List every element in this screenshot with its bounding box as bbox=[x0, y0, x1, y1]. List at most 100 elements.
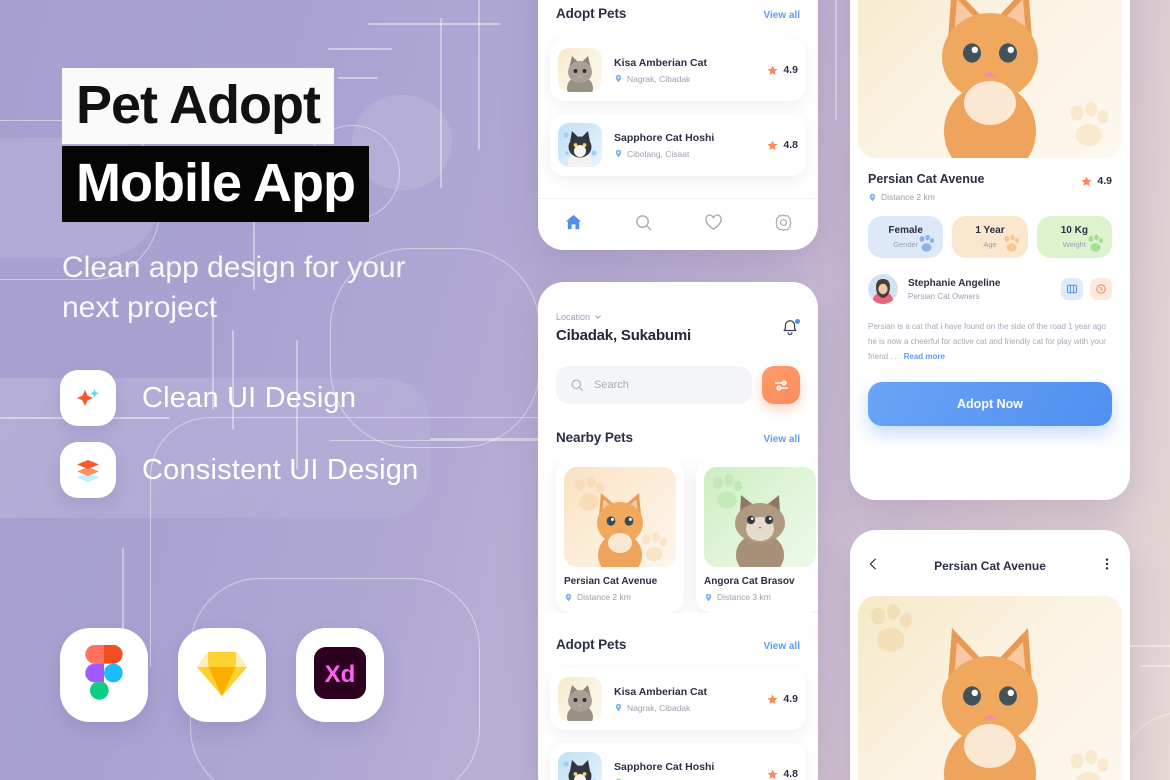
search-row: Search bbox=[538, 366, 818, 404]
message-button[interactable] bbox=[1061, 278, 1083, 300]
pet-rating: 4.8 bbox=[767, 768, 798, 780]
pet-hero-image bbox=[858, 596, 1122, 780]
owner-row: Stephanie Angeline Persian Cat Owners bbox=[850, 274, 1130, 304]
adopt-now-button[interactable]: Adopt Now bbox=[868, 382, 1112, 427]
owner-name: Stephanie Angeline bbox=[908, 277, 1001, 289]
cat-photo bbox=[597, 493, 643, 567]
location-pin-icon bbox=[615, 703, 622, 712]
deco-vline-8 bbox=[835, 0, 837, 120]
home-icon bbox=[565, 214, 581, 229]
figma-icon bbox=[84, 644, 124, 706]
search-placeholder: Search bbox=[594, 379, 629, 391]
poster-canvas: Pet Adopt Mobile App Clean app design fo… bbox=[0, 0, 1170, 780]
view-all-link[interactable]: View all bbox=[763, 434, 800, 445]
tab-search[interactable] bbox=[634, 213, 653, 237]
read-more-link[interactable]: Read more bbox=[904, 352, 945, 361]
tab-favorites[interactable] bbox=[704, 213, 723, 237]
page-title: Persian Cat Avenue bbox=[934, 559, 1046, 573]
pet-meta: Sapphore Cat Hoshi Cibolang, Cisaat bbox=[614, 132, 767, 159]
attribute-chip-gender: Female Gender bbox=[868, 216, 944, 258]
pet-rating: 4.9 bbox=[767, 64, 798, 76]
nearby-pet-distance: Distance 2 km bbox=[564, 592, 676, 602]
view-all-link[interactable]: View all bbox=[763, 10, 800, 21]
notification-bell-button[interactable] bbox=[780, 318, 800, 343]
photo-container bbox=[850, 588, 1130, 780]
hero-block: Pet Adopt Mobile App Clean app design fo… bbox=[62, 68, 442, 328]
back-button[interactable] bbox=[866, 557, 880, 576]
location-label: Location bbox=[556, 312, 591, 322]
location-pin-icon bbox=[565, 593, 572, 601]
pet-location: Cibolang, Cisaat bbox=[614, 149, 767, 159]
deco-line-1 bbox=[368, 23, 500, 25]
call-icon bbox=[1096, 284, 1106, 294]
star-icon bbox=[767, 140, 778, 150]
section-header-adopt-pets: Adopt Pets View all bbox=[538, 6, 818, 21]
home-header: Location Cibadak, Sukabumi bbox=[538, 282, 818, 344]
tool-item-adobe-xd: Xd bbox=[296, 628, 384, 722]
pet-meta: Kisa Amberian Cat Nagrak, Cibadak bbox=[614, 686, 767, 713]
deco-line-7 bbox=[1140, 665, 1170, 667]
nearby-pet-card[interactable]: Persian Cat Avenue Distance 2 km bbox=[556, 459, 684, 613]
view-all-link[interactable]: View all bbox=[763, 641, 800, 652]
screen-adopt-pets-list: Adopt Pets View all Kisa Amberian Cat Na… bbox=[538, 0, 818, 250]
pet-distance-label: Distance 2 km bbox=[881, 192, 935, 202]
list-item[interactable]: Sapphore Cat Hoshi Cibolang, Cisaat 4.8 bbox=[550, 743, 806, 780]
pet-list: Kisa Amberian Cat Nagrak, Cibadak 4.9 Sa… bbox=[538, 39, 818, 176]
pet-location-label: Nagrak, Cibadak bbox=[627, 73, 691, 84]
pet-location-label: Cibolang, Cisaat bbox=[627, 148, 690, 159]
paw-print-icon bbox=[919, 234, 935, 252]
svg-text:Xd: Xd bbox=[325, 661, 356, 688]
location-value: Cibadak, Sukabumi bbox=[556, 327, 691, 344]
pet-thumbnail bbox=[558, 677, 602, 721]
layers-icon bbox=[60, 442, 116, 498]
star-icon bbox=[767, 694, 778, 704]
pet-name: Sapphore Cat Hoshi bbox=[614, 760, 715, 773]
screen-pet-detail: Persian Cat Avenue Distance 2 km 4.9 Fem… bbox=[850, 0, 1130, 500]
more-menu-button[interactable] bbox=[1100, 557, 1114, 576]
detail-title-block: Persian Cat Avenue Distance 2 km bbox=[868, 172, 984, 202]
location-pin-icon bbox=[869, 193, 876, 201]
chevron-down-icon bbox=[595, 315, 601, 319]
tab-settings[interactable] bbox=[774, 213, 793, 237]
adopt-now-container: Adopt Now bbox=[850, 382, 1130, 427]
pet-name: Persian Cat Avenue bbox=[868, 172, 985, 186]
attribute-chip-age: 1 Year Age bbox=[952, 216, 1028, 258]
location-selector[interactable]: Location Cibadak, Sukabumi bbox=[556, 312, 691, 344]
screen-pet-photo: Persian Cat Avenue bbox=[850, 530, 1130, 780]
pet-meta: Kisa Amberian Cat Nagrak, Cibadak bbox=[614, 57, 767, 84]
filter-button[interactable] bbox=[762, 366, 800, 404]
section-title: Nearby Pets bbox=[556, 430, 633, 445]
search-icon bbox=[571, 379, 583, 391]
list-item[interactable]: Kisa Amberian Cat Nagrak, Cibadak 4.9 bbox=[550, 668, 806, 730]
pet-rating: 4.9 bbox=[767, 693, 798, 705]
section-header-nearby: Nearby Pets View all bbox=[538, 430, 818, 445]
call-button[interactable] bbox=[1090, 278, 1112, 300]
page-title-line2: Mobile App bbox=[62, 146, 369, 222]
cat-photo bbox=[942, 628, 1038, 780]
adopt-pet-list: Kisa Amberian Cat Nagrak, Cibadak 4.9 Sa… bbox=[538, 668, 818, 780]
section-title: Adopt Pets bbox=[556, 637, 627, 652]
pet-rating-value: 4.9 bbox=[1097, 175, 1112, 187]
tool-item-sketch bbox=[178, 628, 266, 722]
feature-list: Clean UI Design Consistent UI Design bbox=[60, 370, 418, 514]
feature-item-label: Consistent UI Design bbox=[142, 453, 419, 486]
nearby-pet-distance-label: Distance 3 km bbox=[717, 592, 771, 602]
more-vertical-icon bbox=[1105, 557, 1109, 570]
search-icon bbox=[635, 214, 651, 230]
owner-action-row bbox=[1061, 278, 1112, 300]
nearby-pet-name: Persian Cat Avenue bbox=[564, 576, 658, 587]
nearby-pet-name: Angora Cat Brasov bbox=[704, 576, 795, 587]
pet-meta: Sapphore Cat Hoshi Cibolang, Cisaat bbox=[614, 761, 767, 780]
paw-print-icon bbox=[1004, 234, 1019, 252]
tab-home[interactable] bbox=[564, 213, 583, 237]
nav-header: Persian Cat Avenue bbox=[850, 544, 1130, 588]
section-title: Adopt Pets bbox=[556, 6, 627, 21]
owner-role: Persian Cat Owners bbox=[908, 291, 980, 301]
list-item[interactable]: Sapphore Cat Hoshi Cibolang, Cisaat 4.8 bbox=[550, 114, 806, 176]
paw-print-icon bbox=[1088, 234, 1104, 252]
nearby-pet-distance-label: Distance 2 km bbox=[577, 592, 631, 602]
search-input[interactable]: Search bbox=[556, 366, 752, 404]
nearby-pet-card[interactable]: Angora Cat Brasov Distance 3 km bbox=[696, 459, 818, 613]
detail-title-row: Persian Cat Avenue Distance 2 km 4.9 bbox=[850, 158, 1130, 202]
list-item[interactable]: Kisa Amberian Cat Nagrak, Cibadak 4.9 bbox=[550, 39, 806, 101]
